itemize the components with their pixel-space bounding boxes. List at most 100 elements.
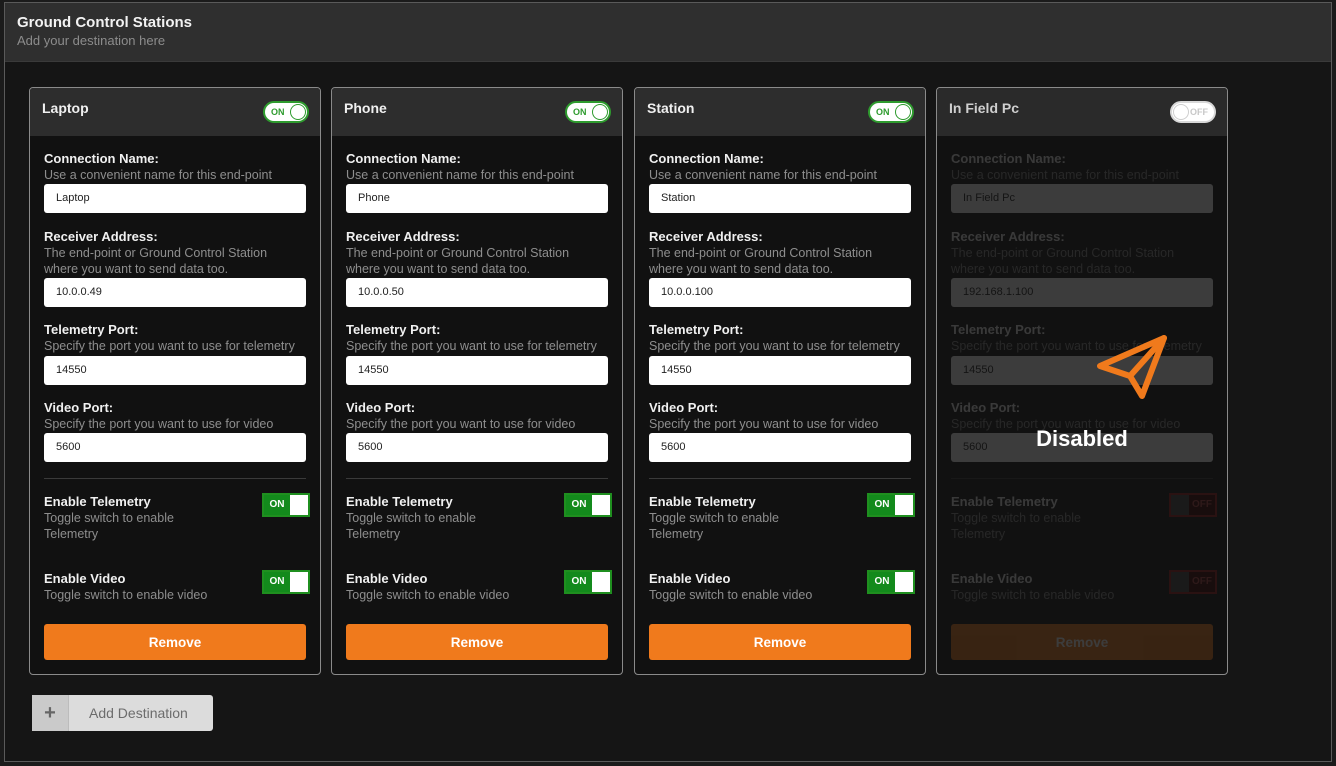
plus-icon: + [32, 695, 69, 731]
video-port-label: Video Port: [649, 400, 719, 415]
video-toggle-label: ON [264, 572, 290, 592]
destination-card: Phone ON Connection Name: Use a convenie… [331, 87, 623, 675]
video-toggle-label: ON [869, 572, 895, 592]
remove-button[interactable]: Remove [44, 624, 306, 660]
telemetry-toggle-label: ON [264, 495, 290, 515]
enable-telemetry-label: Enable Telemetry [951, 494, 1058, 509]
telemetry-toggle[interactable]: ON [867, 493, 915, 517]
video-toggle[interactable]: ON [867, 570, 915, 594]
telemetry-port-help: Specify the port you want to use for tel… [649, 339, 900, 353]
connection-name-help: Use a convenient name for this end-point [951, 168, 1179, 182]
telemetry-port-input[interactable]: 14550 [44, 356, 306, 385]
panel-title: Ground Control Stations [17, 14, 192, 31]
destination-card: Laptop ON Connection Name: Use a conveni… [29, 87, 321, 675]
divider [951, 478, 1213, 479]
video-port-label: Video Port: [346, 400, 416, 415]
enable-telemetry-help: Toggle switch to enable Telemetry [649, 511, 779, 541]
connection-name-label: Connection Name: [44, 151, 159, 166]
panel-subtitle: Add your destination here [17, 33, 166, 48]
telemetry-port-help: Specify the port you want to use for tel… [44, 339, 295, 353]
enable-video-label: Enable Video [649, 571, 731, 586]
toggle-knob [895, 104, 911, 120]
toggle-knob [1171, 495, 1191, 515]
enable-telemetry-label: Enable Telemetry [346, 494, 453, 509]
video-toggle[interactable]: ON [564, 570, 612, 594]
telemetry-port-help: Specify the port you want to use for tel… [346, 339, 597, 353]
telemetry-toggle[interactable]: OFF [1169, 493, 1217, 517]
card-enable-toggle[interactable]: ON [868, 101, 914, 123]
video-port-help: Specify the port you want to use for vid… [649, 417, 879, 431]
video-toggle[interactable]: OFF [1169, 570, 1217, 594]
remove-button[interactable]: Remove [649, 624, 911, 660]
connection-name-input[interactable]: Laptop [44, 184, 306, 213]
toggle-knob [290, 104, 306, 120]
receiver-address-help: The end-point or Ground Control Station … [346, 246, 570, 276]
telemetry-port-input[interactable]: 14550 [346, 356, 608, 385]
telemetry-toggle[interactable]: ON [262, 493, 310, 517]
destination-card: Station ON Connection Name: Use a conven… [634, 87, 926, 675]
add-destination-label: Add Destination [89, 705, 188, 721]
card-enable-toggle[interactable]: ON [263, 101, 309, 123]
card-enable-toggle[interactable]: ON [565, 101, 611, 123]
receiver-address-input[interactable]: 10.0.0.100 [649, 278, 911, 307]
receiver-address-help: The end-point or Ground Control Station … [951, 246, 1175, 276]
toggle-knob [1171, 572, 1191, 592]
receiver-address-input[interactable]: 10.0.0.50 [346, 278, 608, 307]
enable-telemetry-label: Enable Telemetry [649, 494, 756, 509]
remove-button[interactable]: Remove [346, 624, 608, 660]
receiver-address-label: Receiver Address: [649, 229, 763, 244]
telemetry-toggle[interactable]: ON [564, 493, 612, 517]
card-title: Laptop [42, 100, 89, 116]
receiver-address-input[interactable]: 10.0.0.49 [44, 278, 306, 307]
divider [44, 478, 306, 479]
toggle-knob [592, 104, 608, 120]
enable-video-label: Enable Video [951, 571, 1033, 586]
enable-telemetry-help: Toggle switch to enable Telemetry [346, 511, 476, 541]
card-enable-toggle-label: ON [271, 107, 285, 117]
connection-name-label: Connection Name: [951, 151, 1066, 166]
connection-name-label: Connection Name: [649, 151, 764, 166]
telemetry-toggle-label: ON [869, 495, 895, 515]
enable-video-label: Enable Video [44, 571, 126, 586]
card-header: Station ON [635, 88, 925, 136]
connection-name-input[interactable]: In Field Pc [951, 184, 1213, 213]
connection-name-help: Use a convenient name for this end-point [44, 168, 272, 182]
video-port-input[interactable]: 5600 [346, 433, 608, 462]
enable-telemetry-label: Enable Telemetry [44, 494, 151, 509]
enable-video-label: Enable Video [346, 571, 428, 586]
receiver-address-help: The end-point or Ground Control Station … [44, 246, 268, 276]
video-port-input[interactable]: 5600 [44, 433, 306, 462]
card-header: In Field Pc OFF [937, 88, 1227, 136]
card-header: Phone ON [332, 88, 622, 136]
receiver-address-help: The end-point or Ground Control Station … [649, 246, 873, 276]
connection-name-help: Use a convenient name for this end-point [649, 168, 877, 182]
video-port-input[interactable]: 5600 [649, 433, 911, 462]
add-destination-button[interactable]: + Add Destination [32, 695, 213, 731]
connection-name-input[interactable]: Station [649, 184, 911, 213]
video-port-label: Video Port: [44, 400, 114, 415]
divider [346, 478, 608, 479]
receiver-address-label: Receiver Address: [44, 229, 158, 244]
receiver-address-input[interactable]: 192.168.1.100 [951, 278, 1213, 307]
destination-card: In Field Pc OFF Connection Name: Use a c… [936, 87, 1228, 675]
telemetry-port-label: Telemetry Port: [346, 322, 441, 337]
telemetry-port-input[interactable]: 14550 [649, 356, 911, 385]
connection-name-input[interactable]: Phone [346, 184, 608, 213]
card-title: In Field Pc [949, 100, 1020, 116]
telemetry-port-label: Telemetry Port: [44, 322, 139, 337]
remove-button: Remove [951, 624, 1213, 660]
video-toggle-label: ON [566, 572, 592, 592]
divider [649, 478, 911, 479]
card-enable-toggle[interactable]: OFF [1170, 101, 1216, 123]
video-toggle-label: OFF [1189, 572, 1215, 592]
video-port-help: Specify the port you want to use for vid… [44, 417, 274, 431]
card-enable-toggle-label: OFF [1190, 107, 1208, 117]
card-title: Phone [344, 100, 387, 116]
receiver-address-label: Receiver Address: [951, 229, 1065, 244]
paper-plane-icon [937, 328, 1227, 413]
connection-name-label: Connection Name: [346, 151, 461, 166]
receiver-address-label: Receiver Address: [346, 229, 460, 244]
toggle-knob [1173, 104, 1189, 120]
telemetry-toggle-label: OFF [1189, 495, 1215, 515]
video-toggle[interactable]: ON [262, 570, 310, 594]
